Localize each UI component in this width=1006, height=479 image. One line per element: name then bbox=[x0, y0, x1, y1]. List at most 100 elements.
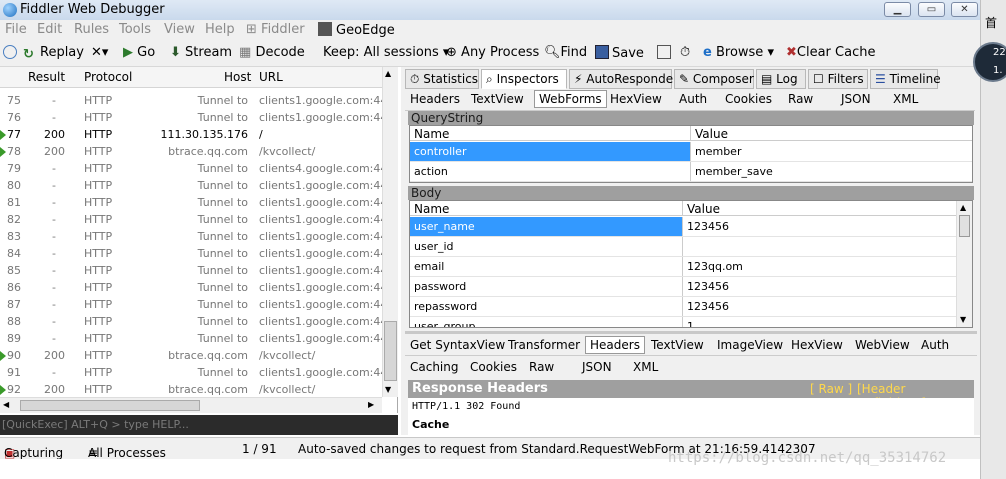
field-name[interactable]: password bbox=[410, 277, 682, 296]
raw-link[interactable]: [ Raw ] bbox=[810, 382, 852, 396]
decode-button[interactable]: ▦ Decode bbox=[239, 45, 305, 60]
req-tab-headers[interactable]: Headers bbox=[410, 92, 460, 106]
field-name[interactable]: user_id bbox=[410, 237, 682, 256]
req-tab-hexview[interactable]: HexView bbox=[610, 92, 662, 106]
req-tab-cookies[interactable]: Cookies bbox=[725, 92, 772, 106]
session-row[interactable]: 82 - HTTP Tunnel to clients1.google.com:443 bbox=[0, 211, 382, 228]
any-process-button[interactable]: ⊕ Any Process bbox=[446, 45, 539, 60]
req-tab-json[interactable]: JSON bbox=[841, 92, 871, 106]
form-row[interactable]: password 123456 bbox=[410, 277, 956, 297]
session-vertical-scrollbar[interactable]: ▲ ▼ bbox=[382, 67, 398, 397]
field-value[interactable]: 1 bbox=[682, 317, 956, 327]
req-tab-xml[interactable]: XML bbox=[893, 92, 918, 106]
field-value[interactable]: member_save bbox=[690, 162, 972, 181]
resp-tab-xml[interactable]: XML bbox=[633, 360, 658, 374]
find-button[interactable]: 🔍︎Find bbox=[544, 45, 587, 60]
tab-statistics[interactable]: ⏱ Statistics bbox=[405, 69, 479, 89]
resp-tab-transformer[interactable]: Transformer bbox=[508, 338, 580, 352]
menu-geoedge[interactable]: GeoEdge bbox=[318, 22, 395, 38]
req-tab-raw[interactable]: Raw bbox=[788, 92, 813, 106]
scroll-down-icon[interactable]: ▼ bbox=[385, 385, 391, 394]
session-row[interactable]: 75 - HTTP Tunnel to clients1.google.com:443 bbox=[0, 92, 382, 109]
scroll-down-icon[interactable]: ▼ bbox=[960, 315, 966, 324]
tab-log[interactable]: ▤ Log bbox=[756, 69, 806, 89]
tab-timeline[interactable]: ☰ Timeline bbox=[870, 69, 941, 89]
save-button[interactable]: Save bbox=[595, 45, 644, 61]
session-row[interactable]: 86 - HTTP Tunnel to clients1.google.com:443 bbox=[0, 279, 382, 296]
form-row[interactable]: user_group 1 bbox=[410, 317, 956, 327]
keep-sessions-dropdown[interactable]: Keep: All sessions ▾ bbox=[323, 45, 449, 60]
menu-edit[interactable]: Edit bbox=[37, 22, 62, 37]
quickexec-input[interactable]: [QuickExec] ALT+Q > type HELP... bbox=[0, 415, 398, 435]
resp-tab-hexview[interactable]: HexView bbox=[791, 338, 843, 352]
floating-widget[interactable]: 22 1. bbox=[973, 42, 1006, 82]
resp-tab-raw[interactable]: Raw bbox=[529, 360, 554, 374]
scroll-thumb[interactable] bbox=[384, 321, 397, 381]
screenshot-button[interactable] bbox=[657, 45, 674, 61]
scroll-up-icon[interactable]: ▲ bbox=[960, 203, 966, 212]
session-row[interactable]: 89 - HTTP Tunnel to clients1.google.com:443 bbox=[0, 330, 382, 347]
column-result[interactable]: Result bbox=[28, 70, 65, 84]
form-row[interactable]: user_id bbox=[410, 237, 956, 257]
tab-filters[interactable]: ☐ Filters bbox=[808, 69, 868, 89]
field-value[interactable]: 123456 bbox=[682, 297, 956, 316]
form-row[interactable]: email 123qq.om bbox=[410, 257, 956, 277]
menu-fiddler[interactable]: ⊞ Fiddler bbox=[246, 22, 305, 37]
scroll-hthumb[interactable] bbox=[20, 400, 200, 411]
field-value[interactable]: 123qq.om bbox=[682, 257, 956, 276]
replay-button[interactable]: ↻ Replay bbox=[23, 45, 84, 62]
session-row[interactable]: 92 200 HTTP btrace.qq.com/kvcollect/ bbox=[0, 381, 382, 397]
session-row[interactable]: 84 - HTTP Tunnel to clients1.google.com:443 bbox=[0, 245, 382, 262]
field-value[interactable]: 123456 bbox=[682, 217, 956, 236]
scroll-right-icon[interactable]: ▶ bbox=[368, 400, 374, 409]
form-row[interactable]: repassword 123456 bbox=[410, 297, 956, 317]
field-value[interactable] bbox=[682, 237, 956, 256]
session-row[interactable]: 81 - HTTP Tunnel to clients1.google.com:443 bbox=[0, 194, 382, 211]
session-row[interactable]: 91 - HTTP Tunnel to clients1.google.com:443 bbox=[0, 364, 382, 381]
session-row[interactable]: 79 - HTTP Tunnel to clients4.google.com:443 bbox=[0, 160, 382, 177]
field-name[interactable]: email bbox=[410, 257, 682, 276]
resp-tab-auth[interactable]: Auth bbox=[921, 338, 949, 352]
scroll-thumb[interactable] bbox=[959, 215, 970, 237]
req-tab-auth[interactable]: Auth bbox=[679, 92, 707, 106]
field-name[interactable]: action bbox=[410, 162, 690, 181]
column-protocol[interactable]: Protocol bbox=[84, 70, 132, 84]
timer-button[interactable]: ⏱ bbox=[680, 45, 690, 60]
clear-cache-button[interactable]: ✖Clear Cache bbox=[786, 45, 875, 60]
session-row[interactable]: 88 - HTTP Tunnel to clients1.google.com:443 bbox=[0, 313, 382, 330]
remove-button[interactable]: ✕▾ bbox=[91, 45, 108, 60]
menu-help[interactable]: Help bbox=[205, 22, 235, 37]
session-row[interactable]: 85 - HTTP Tunnel to clients1.google.com:443 bbox=[0, 262, 382, 279]
resp-tab-webview[interactable]: WebView bbox=[855, 338, 910, 352]
scroll-up-icon[interactable]: ▲ bbox=[385, 69, 391, 78]
column-host[interactable]: Host bbox=[224, 70, 251, 84]
menu-file[interactable]: File bbox=[5, 22, 27, 37]
comment-button[interactable] bbox=[3, 45, 20, 61]
session-row[interactable]: 87 - HTTP Tunnel to clients1.google.com:443 bbox=[0, 296, 382, 313]
menu-tools[interactable]: Tools bbox=[119, 22, 151, 37]
resp-tab-json[interactable]: JSON bbox=[582, 360, 612, 374]
menu-view[interactable]: View bbox=[164, 22, 195, 37]
maximize-button[interactable]: ▭ bbox=[918, 2, 945, 17]
tab-inspectors[interactable]: ⌕ Inspectors bbox=[481, 69, 567, 89]
stream-button[interactable]: ⬇ Stream bbox=[170, 45, 232, 60]
req-tab-webforms[interactable]: WebForms bbox=[534, 90, 607, 108]
session-row[interactable]: 80 - HTTP Tunnel to clients1.google.com:443 bbox=[0, 177, 382, 194]
session-row[interactable]: 90 200 HTTP btrace.qq.com/kvcollect/ bbox=[0, 347, 382, 364]
scroll-left-icon[interactable]: ◀ bbox=[3, 400, 9, 409]
form-row[interactable]: controller member bbox=[410, 142, 972, 162]
session-row[interactable]: 77 200 HTTP 111.30.135.176 / bbox=[0, 126, 382, 143]
session-row[interactable]: 76 - HTTP Tunnel to clients1.google.com:443 bbox=[0, 109, 382, 126]
go-button[interactable]: ▶ Go bbox=[123, 45, 155, 60]
session-row[interactable]: 83 - HTTP Tunnel to clients1.google.com:443 bbox=[0, 228, 382, 245]
field-name[interactable]: repassword bbox=[410, 297, 682, 316]
field-value[interactable]: member bbox=[690, 142, 972, 161]
field-name[interactable]: user_name bbox=[410, 217, 682, 236]
tab-autoresponder[interactable]: ⚡ AutoResponder bbox=[569, 69, 678, 89]
resp-tab-syntaxview[interactable]: Get SyntaxView bbox=[410, 338, 505, 352]
minimize-button[interactable]: ▁ bbox=[884, 2, 911, 17]
session-row[interactable]: 78 200 HTTP btrace.qq.com/kvcollect/ bbox=[0, 143, 382, 160]
req-tab-textview[interactable]: TextView bbox=[471, 92, 524, 106]
resp-tab-cookies[interactable]: Cookies bbox=[470, 360, 517, 374]
form-row[interactable]: action member_save bbox=[410, 162, 972, 182]
